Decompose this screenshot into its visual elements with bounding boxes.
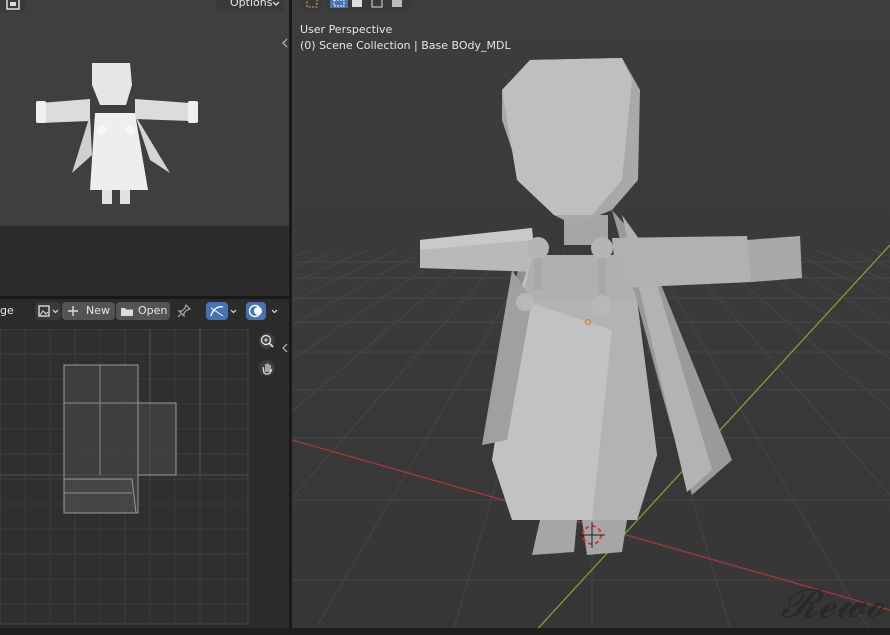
collection-info: (0) Scene Collection | Base BOdy_MDL [300, 39, 511, 52]
uv-sync-icon [209, 304, 225, 318]
options-label: Options [230, 0, 273, 9]
open-label: Open [138, 304, 168, 317]
select-mode-icons [330, 0, 410, 8]
new-image-button[interactable]: New [62, 302, 115, 320]
hand-icon[interactable] [258, 359, 278, 379]
chevron-down-icon[interactable] [230, 309, 237, 314]
status-bar [0, 628, 890, 635]
chevron-down-icon [272, 1, 280, 7]
uv-editor-panel: ge New Open [0, 299, 289, 635]
overlay-toggle[interactable] [246, 302, 266, 320]
chevron-down-icon[interactable] [271, 309, 278, 314]
new-label: New [86, 304, 110, 317]
viewport-scene [292, 0, 890, 635]
preview-footer-area [0, 226, 289, 296]
folder-icon [120, 306, 134, 317]
editor-type-button[interactable] [0, 0, 26, 12]
image-browse-button[interactable] [35, 302, 61, 320]
overlay-icon [248, 304, 264, 318]
collapse-arrow-icon[interactable] [281, 38, 289, 48]
image-icon [6, 0, 20, 10]
options-dropdown[interactable]: Options [216, 0, 284, 12]
zoom-icon[interactable] [258, 332, 278, 352]
view-name: User Perspective [300, 23, 393, 36]
uv-grid [0, 329, 249, 625]
select-box-tool[interactable] [302, 0, 322, 12]
pin-icon[interactable] [177, 304, 191, 318]
render-preview-panel: Options [0, 0, 289, 296]
plus-icon [68, 306, 78, 316]
mode-label-partial[interactable]: ge [0, 304, 14, 317]
chevron-down-icon [52, 309, 59, 314]
artist-signature: 𝓡𝓮𝔀𝓸 [780, 581, 884, 627]
3d-viewport[interactable]: User Perspective (0) Scene Collection | … [292, 0, 890, 635]
image-icon [38, 305, 50, 317]
uv-sync-selection-toggle[interactable] [206, 302, 228, 320]
select-mode-group[interactable] [326, 0, 412, 12]
open-image-button[interactable]: Open [116, 302, 170, 320]
preview-character-render [36, 63, 198, 204]
collapse-arrow-icon[interactable] [281, 343, 289, 353]
select-box-icon [306, 0, 318, 8]
